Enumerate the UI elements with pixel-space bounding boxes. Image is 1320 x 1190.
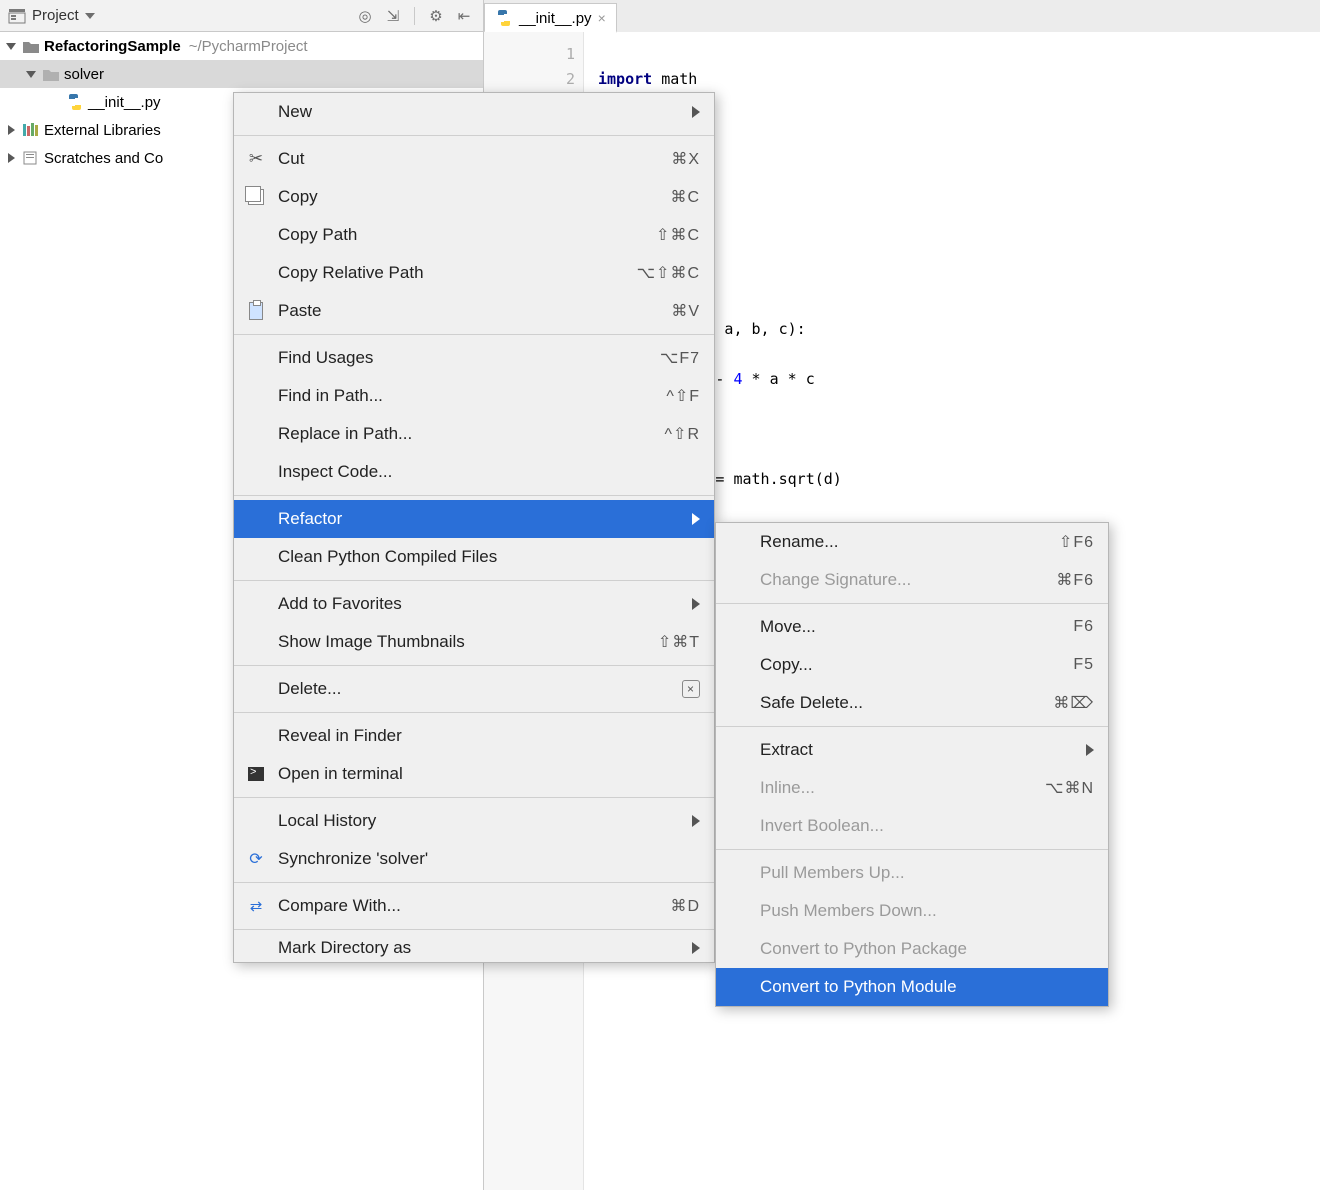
submenu-copy[interactable]: Copy...F5 [716,646,1108,684]
menu-compare-with[interactable]: ⇄Compare With...⌘D [234,887,714,925]
menu-separator [234,495,714,496]
tree-root[interactable]: RefactoringSample ~/PycharmProject [0,32,483,60]
root-name: RefactoringSample [44,38,181,55]
toolbar: Project ◎ ⇲ ⚙ ⇤ __init__.py × [0,0,1320,32]
menu-copy[interactable]: Copy⌘C [234,178,714,216]
menu-paste[interactable]: Paste⌘V [234,292,714,330]
submenu-extract[interactable]: Extract [716,731,1108,769]
submenu-rename[interactable]: Rename...⇧F6 [716,523,1108,561]
submenu-arrow-icon [692,815,700,827]
submenu-pull-members-up: Pull Members Up... [716,854,1108,892]
menu-local-history[interactable]: Local History [234,802,714,840]
submenu-arrow-icon [692,513,700,525]
submenu-arrow-icon [692,942,700,954]
menu-cut[interactable]: Cut⌘X [234,140,714,178]
menu-refactor[interactable]: Refactor [234,500,714,538]
menu-add-to-favorites[interactable]: Add to Favorites [234,585,714,623]
menu-separator [716,603,1108,604]
submenu-convert-to-module[interactable]: Convert to Python Module [716,968,1108,1006]
menu-show-thumbnails[interactable]: Show Image Thumbnails⇧⌘T [234,623,714,661]
menu-delete[interactable]: Delete...× [234,670,714,708]
tab-label: __init__.py [519,10,592,27]
python-file-icon [495,9,513,27]
submenu-move[interactable]: Move...F6 [716,608,1108,646]
submenu-arrow-icon [1086,744,1094,756]
menu-separator [716,726,1108,727]
menu-separator [716,849,1108,850]
menu-synchronize[interactable]: ⟳Synchronize 'solver' [234,840,714,878]
menu-separator [234,580,714,581]
menu-separator [234,882,714,883]
menu-clean-compiled[interactable]: Clean Python Compiled Files [234,538,714,576]
menu-mark-directory-as[interactable]: Mark Directory as [234,934,714,962]
editor-tab[interactable]: __init__.py × [484,3,617,33]
context-menu: New Cut⌘X Copy⌘C Copy Path⇧⌘C Copy Relat… [233,92,715,963]
delete-key-icon: × [682,680,700,698]
toolbar-separator [414,7,415,25]
menu-reveal-in-finder[interactable]: Reveal in Finder [234,717,714,755]
root-path: ~/PycharmProject [189,38,308,55]
file-label: __init__.py [88,94,161,111]
project-view-dropdown-icon[interactable] [85,13,95,19]
project-tool-header: Project ◎ ⇲ ⚙ ⇤ [0,0,484,31]
menu-inspect-code[interactable]: Inspect Code... [234,453,714,491]
menu-separator [234,665,714,666]
line-number: 2 [484,67,575,92]
submenu-convert-to-package: Convert to Python Package [716,930,1108,968]
project-label[interactable]: Project [32,7,79,24]
menu-copy-path[interactable]: Copy Path⇧⌘C [234,216,714,254]
scroll-from-source-icon[interactable]: ◎ [354,5,376,27]
submenu-inline: Inline...⌥⌘N [716,769,1108,807]
sync-icon: ⟳ [246,849,266,869]
menu-separator [234,797,714,798]
folder-icon [42,67,60,82]
scissors-icon [246,149,266,169]
close-tab-icon[interactable]: × [598,10,606,26]
menu-new[interactable]: New [234,93,714,131]
tree-folder-solver[interactable]: solver [0,60,483,88]
submenu-safe-delete[interactable]: Safe Delete...⌘⌦ [716,684,1108,722]
menu-separator [234,929,714,930]
refactor-submenu: Rename...⇧F6 Change Signature...⌘F6 Move… [715,522,1109,1007]
submenu-arrow-icon [692,598,700,610]
ext-libs-label: External Libraries [44,122,161,139]
menu-copy-relative-path[interactable]: Copy Relative Path⌥⇧⌘C [234,254,714,292]
line-number: 1 [484,42,575,67]
project-structure-icon [8,8,26,24]
compare-icon: ⇄ [246,896,266,916]
terminal-icon [246,764,266,784]
paste-icon [246,301,266,321]
menu-separator [234,712,714,713]
menu-separator [234,334,714,335]
python-file-icon [66,93,84,111]
menu-find-in-path[interactable]: Find in Path...^⇧F [234,377,714,415]
submenu-arrow-icon [692,106,700,118]
gear-icon[interactable]: ⚙ [425,5,447,27]
collapse-all-icon[interactable]: ⇲ [382,5,404,27]
hide-icon[interactable]: ⇤ [453,5,475,27]
submenu-push-members-down: Push Members Down... [716,892,1108,930]
folder-label: solver [64,66,104,83]
scratches-label: Scratches and Co [44,150,163,167]
menu-replace-in-path[interactable]: Replace in Path...^⇧R [234,415,714,453]
scratches-icon [22,150,40,166]
submenu-change-signature: Change Signature...⌘F6 [716,561,1108,599]
copy-icon [246,187,266,207]
menu-separator [234,135,714,136]
submenu-invert-boolean: Invert Boolean... [716,807,1108,845]
menu-open-in-terminal[interactable]: Open in terminal [234,755,714,793]
editor-tabs: __init__.py × [484,0,1320,32]
libraries-icon [22,122,40,138]
folder-icon [22,39,40,54]
menu-find-usages[interactable]: Find Usages⌥F7 [234,339,714,377]
